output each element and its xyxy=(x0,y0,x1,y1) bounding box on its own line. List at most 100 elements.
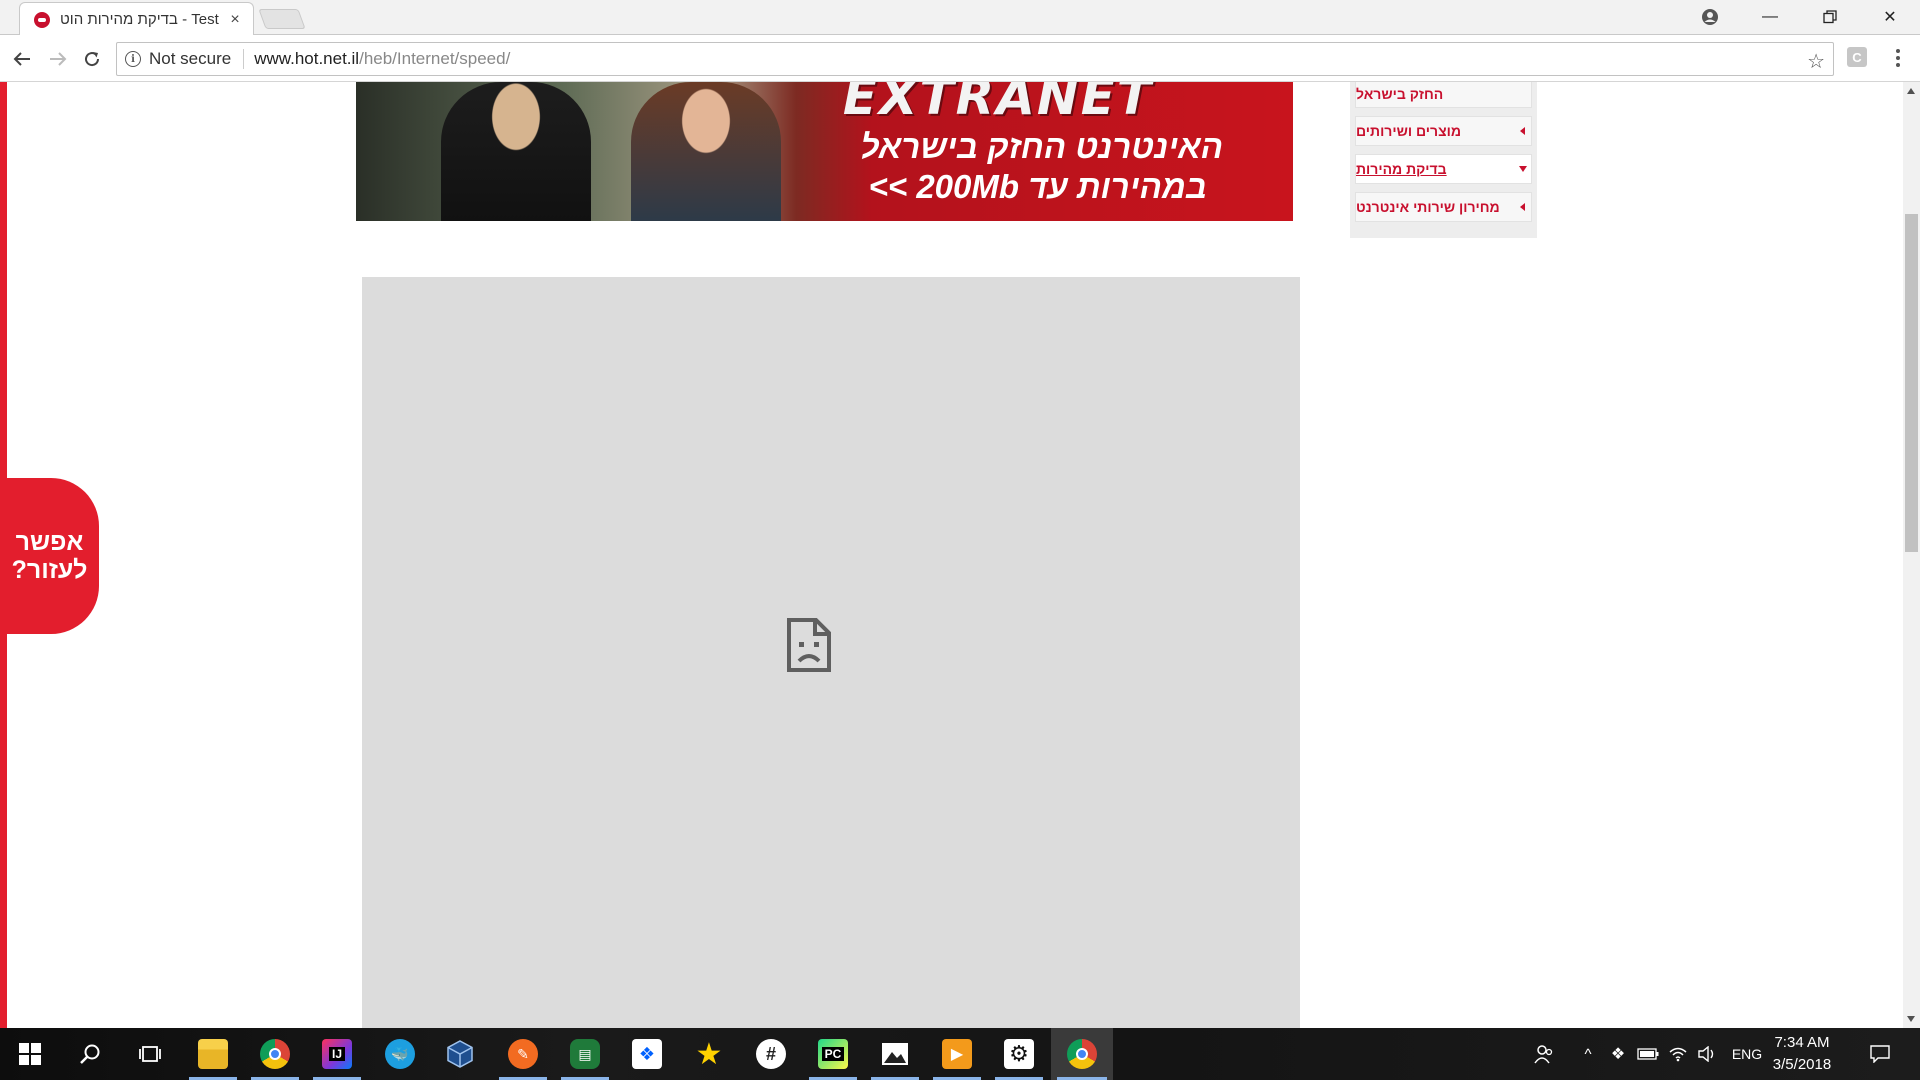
caret-left-icon xyxy=(1520,127,1525,135)
security-label[interactable]: Not secure xyxy=(149,49,231,69)
taskbar-pycharm[interactable]: PC xyxy=(803,1028,863,1080)
banner-person-right xyxy=(631,82,781,221)
browser-tab[interactable]: בדיקת מהירות הוט - Test × xyxy=(19,2,254,36)
restore-button[interactable] xyxy=(1800,0,1860,34)
taskbar-slack[interactable]: # xyxy=(741,1028,801,1080)
reload-icon xyxy=(85,52,100,67)
virtualbox-icon xyxy=(447,1040,473,1068)
photos-icon xyxy=(882,1043,908,1065)
help-chat-button[interactable]: אפשר לעזור? xyxy=(0,478,99,634)
tray-dropbox-icon[interactable]: ❖ xyxy=(1604,1028,1632,1080)
banner-brand: EXTRANET xyxy=(842,82,1153,126)
taskbar-chrome-active[interactable] xyxy=(1051,1028,1113,1080)
banner-headline-1: האינטרנט החזק בישראל xyxy=(860,128,1223,165)
reload-button[interactable] xyxy=(79,46,105,72)
back-button[interactable] xyxy=(9,46,35,72)
search-button[interactable] xyxy=(60,1028,120,1080)
tab-strip: בדיקת מהירות הוט - Test × — ✕ xyxy=(0,0,1920,36)
task-view-icon xyxy=(139,1046,161,1062)
star-icon: ★ xyxy=(695,1037,723,1071)
wifi-icon[interactable] xyxy=(1664,1028,1692,1080)
windows-taskbar: IJ 🐳 ✎ ▤ ❖ ★ # PC ▶ ⚙ ^ ❖ ENG 7:34 AM 3/… xyxy=(0,1028,1920,1080)
people-button[interactable] xyxy=(1528,1028,1560,1080)
show-hidden-icons-button[interactable]: ^ xyxy=(1574,1028,1602,1080)
sad-file-icon xyxy=(787,618,831,672)
close-window-button[interactable]: ✕ xyxy=(1860,0,1920,34)
windows-logo-icon xyxy=(19,1043,41,1065)
side-menu-label: בדיקת מהירות xyxy=(1356,161,1447,177)
screen: בדיקת מהירות הוט - Test × — ✕ i Not secu… xyxy=(0,0,1920,1080)
scroll-down-arrow-icon[interactable] xyxy=(1907,1016,1915,1022)
taskbar-chrome[interactable] xyxy=(245,1028,305,1080)
settings-app-icon: ⚙ xyxy=(1004,1039,1034,1069)
action-center-button[interactable] xyxy=(1862,1028,1898,1080)
slack-icon: # xyxy=(756,1039,786,1069)
taskbar-app-gear[interactable]: ⚙ xyxy=(989,1028,1049,1080)
omnibox-divider xyxy=(243,49,245,69)
folder-icon xyxy=(198,1039,228,1069)
taskbar-file-explorer[interactable] xyxy=(183,1028,243,1080)
intellij-icon: IJ xyxy=(322,1039,352,1069)
side-menu-item-price-list[interactable]: מחירון שירותי אינטרנט xyxy=(1355,192,1532,222)
taskbar-photos[interactable] xyxy=(865,1028,925,1080)
extension-icon[interactable]: C xyxy=(1847,47,1867,67)
minimize-button[interactable]: — xyxy=(1740,0,1800,34)
people-icon xyxy=(1534,1045,1553,1064)
help-line-1: אפשר xyxy=(15,528,84,556)
page-viewport: EXTRANET האינטרנט החזק בישראל במהירות עד… xyxy=(0,82,1920,1028)
help-line-2: לעזור? xyxy=(11,556,88,584)
info-icon[interactable]: i xyxy=(125,51,141,67)
chrome-icon xyxy=(260,1039,290,1069)
bookmark-star-icon[interactable]: ☆ xyxy=(1807,49,1825,74)
banner-headline-2: במהירות עד 200Mb >> xyxy=(868,168,1207,205)
new-tab-button[interactable] xyxy=(258,9,306,29)
clock-time: 7:34 AM xyxy=(1774,1034,1830,1051)
side-menu-item-strong-in-israel[interactable]: החזק בישראל xyxy=(1355,82,1532,108)
url-path: /heb/Internet/speed/ xyxy=(359,49,511,68)
speed-test-frame[interactable] xyxy=(362,277,1300,1028)
pycharm-icon: PC xyxy=(818,1039,848,1069)
forward-button[interactable] xyxy=(45,46,71,72)
taskbar-app-orange[interactable]: ✎ xyxy=(493,1028,553,1080)
green-app-icon: ▤ xyxy=(570,1039,600,1069)
back-arrow-icon xyxy=(13,52,30,66)
side-menu: החזק בישראל מוצרים ושירותים בדיקת מהירות… xyxy=(1350,82,1537,238)
taskbar-media-player[interactable]: ▶ xyxy=(927,1028,987,1080)
search-icon xyxy=(80,1044,100,1064)
taskbar-clock[interactable]: 7:34 AM 3/5/2018 xyxy=(1754,1032,1850,1076)
battery-icon[interactable] xyxy=(1634,1028,1662,1080)
banner-person-left xyxy=(441,82,591,221)
taskbar-docker[interactable]: 🐳 xyxy=(370,1028,430,1080)
more-vert-icon[interactable] xyxy=(1888,45,1908,71)
docker-icon: 🐳 xyxy=(385,1039,415,1069)
notification-icon xyxy=(1870,1045,1890,1063)
task-view-button[interactable] xyxy=(120,1028,180,1080)
clock-date: 3/5/2018 xyxy=(1772,1056,1832,1073)
side-menu-label: מחירון שירותי אינטרנט xyxy=(1356,199,1500,215)
side-menu-label: מוצרים ושירותים xyxy=(1356,123,1461,139)
page-scrollbar[interactable] xyxy=(1903,82,1920,1028)
caret-left-icon xyxy=(1520,203,1525,211)
side-menu-item-products[interactable]: מוצרים ושירותים xyxy=(1355,116,1532,146)
scroll-up-arrow-icon[interactable] xyxy=(1907,88,1915,94)
taskbar-app-green[interactable]: ▤ xyxy=(555,1028,615,1080)
taskbar-intellij[interactable]: IJ xyxy=(307,1028,367,1080)
forward-arrow-icon xyxy=(50,52,67,66)
chrome-icon xyxy=(1067,1039,1097,1069)
side-menu-label: החזק בישראל xyxy=(1356,86,1444,102)
volume-icon[interactable] xyxy=(1693,1028,1721,1080)
pencil-app-icon: ✎ xyxy=(508,1039,538,1069)
taskbar-dropbox[interactable]: ❖ xyxy=(617,1028,677,1080)
browser-toolbar: i Not secure www.hot.net.il /heb/Interne… xyxy=(0,35,1920,82)
tab-close-button[interactable]: × xyxy=(227,11,243,29)
restore-icon xyxy=(1823,10,1837,24)
side-menu-item-speed-test[interactable]: בדיקת מהירות xyxy=(1355,154,1532,184)
dropbox-icon: ❖ xyxy=(632,1039,662,1069)
promo-banner[interactable]: EXTRANET האינטרנט החזק בישראל במהירות עד… xyxy=(356,82,1293,221)
account-icon[interactable] xyxy=(1680,0,1740,34)
scroll-thumb[interactable] xyxy=(1905,214,1918,552)
taskbar-app-star[interactable]: ★ xyxy=(679,1028,739,1080)
address-bar[interactable]: i Not secure www.hot.net.il /heb/Interne… xyxy=(116,42,1834,76)
start-button[interactable] xyxy=(0,1028,60,1080)
taskbar-virtualbox[interactable] xyxy=(430,1028,490,1080)
